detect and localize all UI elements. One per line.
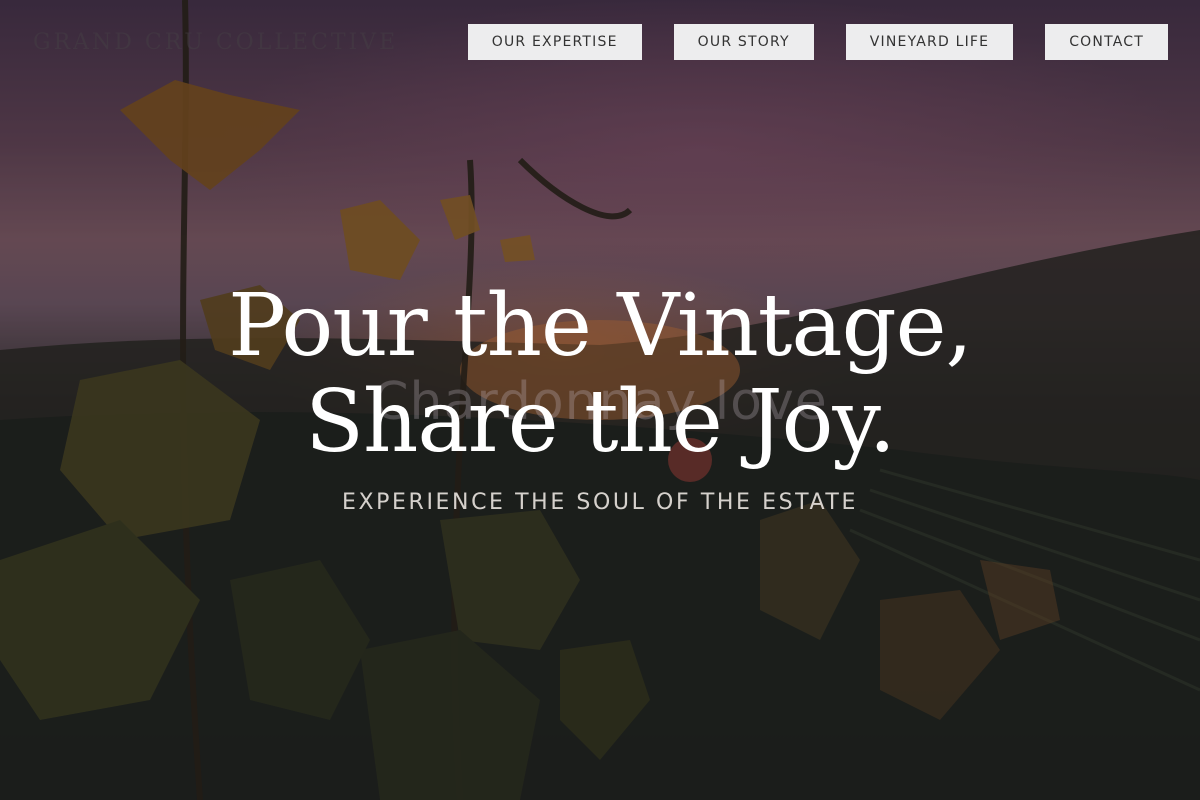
- nav-our-expertise-button[interactable]: OUR EXPERTISE: [467, 24, 642, 60]
- hero-headline-line-2: Share the Joy.: [305, 372, 896, 472]
- hero-headline-block: Pour the Vintage, Share the Joy.: [0, 278, 1200, 470]
- hero-headline-line-1: Pour the Vintage,: [228, 276, 973, 376]
- main-navigation: OUR EXPERTISE OUR STORY VINEYARD LIFE CO…: [467, 24, 1168, 60]
- hero-section: GRAND CRU COLLECTIVE OUR EXPERTISE OUR S…: [0, 0, 1200, 800]
- brand-logo[interactable]: GRAND CRU COLLECTIVE: [33, 30, 398, 55]
- nav-our-story-button[interactable]: OUR STORY: [673, 24, 814, 60]
- hero-subheading: EXPERIENCE THE SOUL OF THE ESTATE: [342, 490, 858, 515]
- nav-vineyard-life-button[interactable]: VINEYARD LIFE: [845, 24, 1014, 60]
- hero-headline: Pour the Vintage, Share the Joy.: [0, 278, 1200, 470]
- nav-contact-button[interactable]: CONTACT: [1045, 24, 1168, 60]
